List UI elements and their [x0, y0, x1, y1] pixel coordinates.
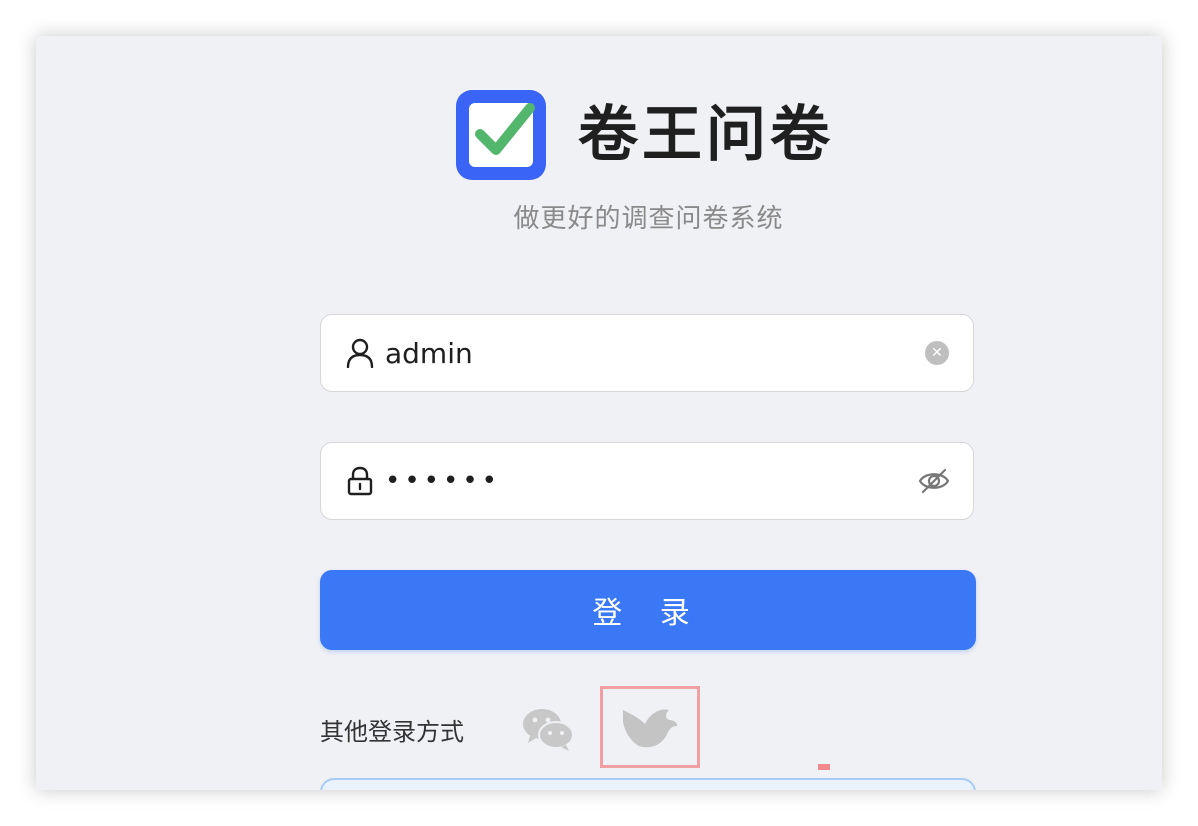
password-input[interactable]	[385, 466, 917, 496]
login-window: 卷王问卷 做更好的调查问卷系统 ✕ 登	[36, 36, 1162, 790]
brand-header: 卷王问卷	[456, 90, 834, 180]
user-icon	[345, 338, 375, 368]
partial-input-field[interactable]	[320, 778, 976, 790]
sso-login-option[interactable]	[600, 686, 700, 768]
red-marker	[818, 764, 830, 770]
lock-icon	[345, 466, 375, 496]
username-field[interactable]: ✕	[320, 314, 974, 392]
other-login-label: 其他登录方式	[320, 718, 464, 746]
checkbox-logo-icon	[456, 90, 546, 180]
app-title: 卷王问卷	[578, 100, 834, 170]
password-field[interactable]	[320, 442, 974, 520]
login-button[interactable]: 登 录	[320, 570, 976, 650]
wechat-icon[interactable]	[522, 706, 574, 752]
username-input[interactable]	[385, 336, 925, 370]
close-circle-icon[interactable]: ✕	[925, 341, 949, 365]
sso-bird-icon	[623, 709, 678, 748]
eye-invisible-icon[interactable]	[917, 464, 951, 498]
app-tagline: 做更好的调查问卷系统	[513, 204, 784, 234]
